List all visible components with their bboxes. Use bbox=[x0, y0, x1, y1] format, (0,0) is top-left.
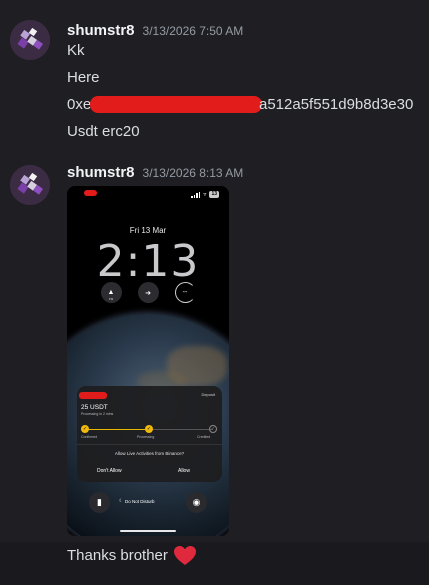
step-label: Processing bbox=[137, 435, 155, 439]
message-group-3: Thanks brother bbox=[0, 542, 429, 585]
status-bar: ▿ 13 bbox=[67, 186, 229, 204]
deposit-label: Deposit bbox=[201, 392, 215, 397]
username[interactable]: shumstr8 bbox=[67, 164, 135, 181]
live-activity-card: Deposit 25 USDT Processing in 2 mins ✓ ✓… bbox=[77, 386, 222, 482]
message-text: Thanks brother bbox=[67, 546, 197, 566]
weather-widget: ▲ PM bbox=[100, 282, 122, 303]
home-indicator bbox=[120, 530, 176, 532]
redaction-mark bbox=[84, 190, 97, 196]
signal-icon bbox=[191, 191, 201, 198]
timestamp: 3/13/2026 7:50 AM bbox=[142, 24, 244, 38]
lockscreen-controls: ▮ ☾ Do Not Disturb ◉ bbox=[67, 492, 229, 513]
lock-date: Fri 13 Mar bbox=[129, 226, 167, 235]
dont-allow-button: Don't Allow bbox=[97, 468, 122, 474]
flashlight-icon: ▮ bbox=[89, 492, 110, 513]
message-text: a512a5f551d9b8d3e30 bbox=[259, 96, 414, 113]
deposit-amount: 25 USDT bbox=[81, 404, 108, 411]
battery-icon: 13 bbox=[209, 191, 219, 198]
redaction-mark bbox=[79, 392, 107, 399]
message-text: Here bbox=[67, 69, 100, 86]
deposit-status: Processing in 2 mins bbox=[81, 412, 114, 416]
message-text: 0xe bbox=[67, 96, 92, 113]
lock-clock: 2:13 bbox=[96, 236, 200, 287]
widget-label: PM bbox=[108, 297, 114, 301]
widget-label: -- bbox=[182, 289, 188, 296]
focus-indicator: ☾ Do Not Disturb bbox=[119, 498, 155, 504]
allow-button: Allow bbox=[178, 468, 190, 474]
prompt-area bbox=[77, 444, 222, 482]
moon-icon: ☾ bbox=[119, 498, 124, 503]
check-icon: ✓ bbox=[81, 425, 89, 433]
focus-label: Do Not Disturb bbox=[125, 498, 155, 504]
timestamp: 3/13/2026 8:13 AM bbox=[142, 166, 244, 180]
message-text: Kk bbox=[67, 42, 85, 59]
heart-icon bbox=[174, 546, 197, 565]
message-text: Usdt erc20 bbox=[67, 123, 140, 140]
camera-icon: ◉ bbox=[186, 492, 207, 513]
live-activity-prompt: Allow Live Activities from Binance? bbox=[114, 451, 185, 456]
check-icon: ✓ bbox=[145, 425, 153, 433]
step-label: Confirmed bbox=[81, 435, 98, 439]
avatar[interactable] bbox=[10, 20, 50, 60]
progress-fill bbox=[85, 429, 149, 430]
step-label: Credited bbox=[197, 435, 211, 439]
avatar[interactable] bbox=[10, 165, 50, 205]
arrow-right-icon: ➜ bbox=[145, 289, 151, 297]
lockscreen-widgets: ▲ PM ➜ -- bbox=[67, 282, 229, 303]
ring-widget: -- bbox=[174, 282, 196, 303]
arrow-widget: ➜ bbox=[137, 282, 159, 303]
check-icon: ✓ bbox=[209, 425, 217, 433]
username[interactable]: shumstr8 bbox=[67, 22, 135, 39]
redaction-mark bbox=[90, 96, 262, 113]
wifi-icon: ▿ bbox=[203, 192, 207, 198]
message-text-content: Thanks brother bbox=[67, 546, 168, 564]
message-group-1: shumstr8 3/13/2026 7:50 AM Kk Here 0xe a… bbox=[0, 0, 429, 158]
image-attachment[interactable]: ▿ 13 Fri 13 Mar 2:13 ▲ PM ➜ -- Deposit 2… bbox=[67, 186, 229, 536]
widget-icon: ▲ bbox=[107, 289, 115, 296]
